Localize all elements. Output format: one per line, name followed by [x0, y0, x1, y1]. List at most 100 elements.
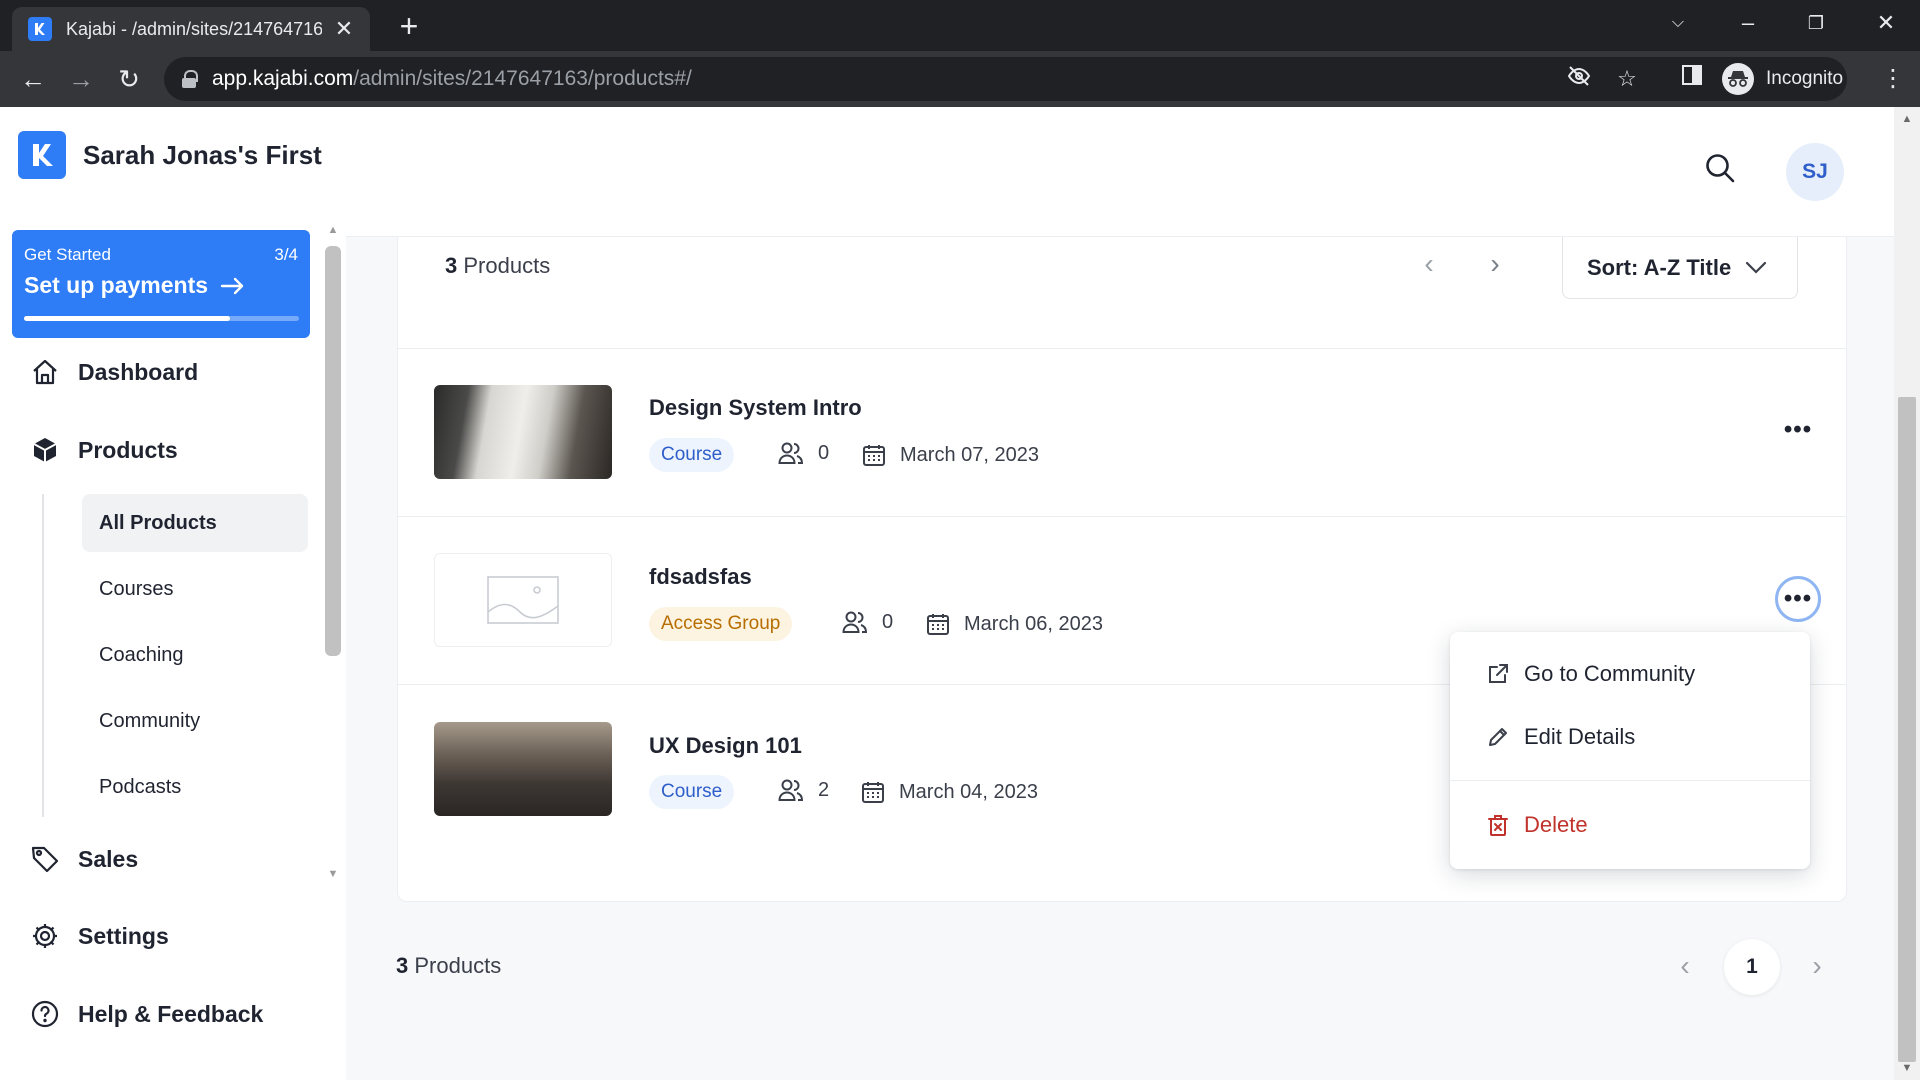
- kajabi-logo-icon: [18, 131, 66, 179]
- tab-search-chevron-icon[interactable]: ⌵: [1658, 8, 1698, 38]
- calendar-icon: [862, 782, 884, 803]
- product-date: March 04, 2023: [861, 780, 1038, 804]
- setup-label: Get Started: [24, 245, 111, 264]
- trash-icon: [1488, 815, 1508, 836]
- brand[interactable]: Sarah Jonas's First: [18, 131, 322, 179]
- setup-payments-card[interactable]: Get Started 3/4 Set up payments: [12, 230, 310, 338]
- setup-progress: [24, 316, 299, 321]
- product-members: 2: [778, 778, 829, 802]
- bookmark-star-icon[interactable]: ☆: [1612, 64, 1642, 94]
- nav-help-feedback[interactable]: Help & Feedback: [30, 999, 263, 1029]
- menu-delete[interactable]: Delete: [1450, 797, 1810, 853]
- sidebar-scrollbar[interactable]: ▲ ▼: [323, 224, 343, 884]
- calendar-icon: [863, 445, 885, 466]
- product-actions-menu: Go to Community Edit Details Delete: [1450, 632, 1810, 869]
- sidebar-scroll-thumb[interactable]: [325, 246, 341, 656]
- browser-menu-icon[interactable]: ⋮: [1878, 62, 1908, 96]
- prev-page-chevron-icon[interactable]: ‹: [1670, 950, 1700, 982]
- users-icon: [842, 611, 868, 633]
- browser-tab[interactable]: Kajabi - /admin/sites/2147647163/product…: [12, 7, 370, 51]
- restore-icon[interactable]: ❐: [1796, 8, 1836, 38]
- forward-arrow-icon[interactable]: →: [64, 62, 98, 96]
- user-avatar[interactable]: SJ: [1786, 143, 1844, 201]
- sort-dropdown[interactable]: Sort: A-Z Title: [1562, 237, 1798, 299]
- products-subnav-rail: [42, 494, 44, 817]
- profile-label: Incognito: [1766, 68, 1844, 89]
- nav-sales[interactable]: Sales: [30, 844, 138, 874]
- product-members: 0: [778, 441, 829, 465]
- product-thumbnail[interactable]: [434, 722, 612, 816]
- products-count-bottom: 3 Products: [396, 953, 502, 978]
- lock-icon: [182, 70, 198, 88]
- subnav-all-products[interactable]: All Products: [82, 494, 308, 552]
- next-page-chevron-icon[interactable]: ›: [1802, 950, 1832, 982]
- scroll-up-arrow-icon[interactable]: ▲: [1894, 113, 1920, 125]
- kajabi-favicon-icon: [28, 17, 52, 41]
- incognito-icon: [1722, 63, 1754, 95]
- subnav-community[interactable]: Community: [82, 692, 308, 750]
- users-icon: [778, 779, 804, 801]
- scroll-up-arrow-icon[interactable]: ▲: [323, 224, 343, 236]
- product-thumbnail[interactable]: [434, 385, 612, 479]
- menu-separator: [1450, 780, 1810, 781]
- browser-tab-bar: Kajabi - /admin/sites/2147647163/product…: [0, 0, 1920, 51]
- site-name: Sarah Jonas's First: [83, 139, 322, 170]
- gear-icon: [33, 924, 57, 948]
- scroll-down-arrow-icon[interactable]: ▼: [323, 868, 343, 880]
- page-scroll-thumb[interactable]: [1898, 397, 1916, 1062]
- box-icon: [33, 438, 57, 462]
- menu-edit-details[interactable]: Edit Details: [1450, 709, 1810, 765]
- calendar-icon: [927, 614, 949, 635]
- subnav-courses[interactable]: Courses: [82, 560, 308, 618]
- nav-settings[interactable]: Settings: [30, 921, 169, 951]
- image-placeholder-icon: [487, 576, 559, 624]
- pencil-icon: [1489, 728, 1507, 746]
- tracking-eye-off-icon[interactable]: [1564, 64, 1594, 94]
- setup-cta: Set up payments: [24, 272, 246, 299]
- profile-incognito[interactable]: Incognito: [1722, 57, 1843, 101]
- product-type-badge: Access Group: [649, 607, 793, 641]
- current-page-button[interactable]: 1: [1724, 939, 1780, 995]
- product-title[interactable]: Design System Intro: [649, 395, 862, 421]
- next-page-chevron-icon[interactable]: ›: [1480, 248, 1510, 280]
- more-options-icon[interactable]: •••: [1775, 576, 1821, 622]
- setup-progress-fill: [24, 316, 231, 321]
- subnav-podcasts[interactable]: Podcasts: [82, 758, 308, 816]
- new-tab-button[interactable]: +: [392, 10, 426, 42]
- menu-go-to-community[interactable]: Go to Community: [1450, 646, 1810, 702]
- product-type-badge: Course: [649, 438, 735, 472]
- row-divider: [398, 348, 1846, 349]
- back-arrow-icon[interactable]: ←: [16, 62, 50, 96]
- side-panel-icon[interactable]: [1677, 64, 1707, 94]
- prev-page-chevron-icon[interactable]: ‹: [1414, 248, 1444, 280]
- top-header: [346, 107, 1894, 237]
- nav-dashboard[interactable]: Dashboard: [30, 357, 198, 387]
- scroll-down-arrow-icon[interactable]: ▼: [1894, 1062, 1920, 1074]
- product-members: 0: [842, 610, 893, 634]
- home-icon: [33, 359, 57, 385]
- product-title[interactable]: UX Design 101: [649, 733, 802, 759]
- more-options-icon[interactable]: •••: [1776, 408, 1820, 452]
- page-scrollbar[interactable]: ▲ ▼: [1894, 107, 1920, 1080]
- reload-icon[interactable]: ↻: [112, 62, 146, 96]
- browser-toolbar: ← → ↻ app.kajabi.com/admin/sites/2147647…: [0, 51, 1920, 107]
- chevron-down-icon: [1746, 261, 1767, 274]
- search-icon[interactable]: [1704, 152, 1740, 188]
- users-icon: [778, 442, 804, 464]
- nav-products[interactable]: Products: [30, 435, 178, 465]
- address-bar[interactable]: app.kajabi.com/admin/sites/2147647163/pr…: [164, 57, 1847, 101]
- product-title[interactable]: fdsadsfas: [649, 564, 752, 590]
- sidebar: Sarah Jonas's First Get Started 3/4 Set …: [0, 107, 346, 1080]
- window-close-icon[interactable]: ✕: [1866, 8, 1906, 38]
- minimize-icon[interactable]: –: [1728, 8, 1768, 38]
- product-type-badge: Course: [649, 775, 735, 809]
- help-circle-icon: [31, 1000, 59, 1028]
- products-count-top: 3 Products: [445, 253, 551, 278]
- setup-count: 3/4: [274, 245, 298, 264]
- product-thumbnail-placeholder[interactable]: [434, 553, 612, 647]
- arrow-right-icon: [220, 277, 244, 294]
- product-date: March 06, 2023: [926, 612, 1103, 636]
- tab-close-icon[interactable]: ✕: [332, 16, 356, 42]
- tag-icon: [31, 846, 59, 873]
- subnav-coaching[interactable]: Coaching: [82, 626, 308, 684]
